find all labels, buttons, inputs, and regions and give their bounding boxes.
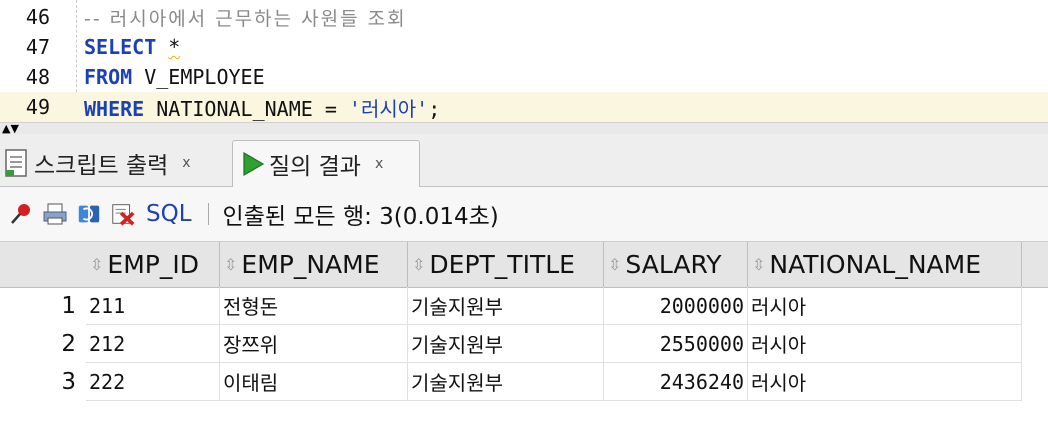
sql-keyword: FROM: [84, 65, 133, 89]
tab-label: 스크립트 출력: [34, 153, 169, 179]
column-header-label: EMP_ID: [107, 250, 199, 279]
sql-code: SELECT *: [84, 35, 180, 59]
sql-terminator: ;: [428, 96, 441, 121]
cell-national-name[interactable]: 러시아: [748, 287, 1022, 325]
row-number: 2: [61, 331, 76, 357]
table-row[interactable]: 3 222 이태림 기술지원부 2436240 러시아: [0, 363, 1048, 401]
line-number: 46: [25, 5, 50, 29]
sort-icon[interactable]: ⇳: [412, 255, 425, 274]
sort-icon[interactable]: ⇳: [90, 255, 103, 274]
refresh-icon[interactable]: [76, 201, 102, 227]
row-number: 1: [61, 293, 76, 319]
sql-keyword: WHERE: [84, 96, 145, 121]
editor-line-48[interactable]: 48 FROM V_EMPLOYEE: [0, 62, 1048, 92]
toolbar-divider: [207, 203, 209, 225]
cell-salary[interactable]: 2000000: [604, 287, 748, 325]
column-header-national-name[interactable]: ⇳ NATIONAL_NAME: [748, 242, 1022, 287]
sql-code: WHERE NATIONAL_NAME = '러시아';: [84, 93, 440, 122]
cell-dept-title[interactable]: 기술지원부: [408, 325, 604, 363]
column-header-salary[interactable]: ⇳ SALARY: [604, 242, 748, 287]
sql-code: FROM V_EMPLOYEE: [84, 65, 265, 89]
fetch-status: 인출된 모든 행: 3(0.014초): [222, 204, 499, 230]
sql-keyword: SELECT: [84, 35, 157, 59]
delete-icon[interactable]: [110, 201, 136, 227]
cell-dept-title[interactable]: 기술지원부: [408, 287, 604, 325]
sql-editor[interactable]: 46 -- 러시아에서 근무하는 사원들 조회 47 SELECT * 48 F…: [0, 0, 1048, 122]
column-header-label: DEPT_TITLE: [429, 250, 575, 279]
sql-star: *: [168, 35, 181, 59]
cell-emp-id[interactable]: 211: [86, 287, 220, 325]
sql-link[interactable]: SQL: [146, 201, 192, 227]
sql-identifier: V_EMPLOYEE: [144, 65, 265, 89]
cell-emp-id[interactable]: 222: [86, 363, 220, 401]
line-number: 47: [25, 35, 50, 59]
result-grid[interactable]: ⇳ EMP_ID ⇳ EMP_NAME ⇳ DEPT_TITLE ⇳ SALARY ⇳ N…: [0, 241, 1048, 428]
print-icon[interactable]: [42, 201, 68, 227]
editor-line-46[interactable]: 46 -- 러시아에서 근무하는 사원들 조회: [0, 2, 1048, 32]
script-icon: [4, 148, 30, 178]
output-tabbar: 스크립트 출력 x 질의 결과 x: [0, 134, 1048, 187]
run-icon: [241, 151, 265, 177]
line-number: 48: [25, 65, 50, 89]
cell-salary[interactable]: 2550000: [604, 325, 748, 363]
sql-comment: -- 러시아에서 근무하는 사원들 조회: [84, 7, 407, 30]
cell-emp-id[interactable]: 212: [86, 325, 220, 363]
sql-condition: NATIONAL_NAME =: [156, 96, 349, 121]
cell-emp-name[interactable]: 이태림: [220, 363, 408, 401]
close-icon[interactable]: x: [375, 156, 383, 172]
line-number: 49: [25, 95, 50, 119]
column-header-label: SALARY: [625, 250, 722, 279]
cell-dept-title[interactable]: 기술지원부: [408, 363, 604, 401]
cell-emp-name[interactable]: 장쯔위: [220, 325, 408, 363]
column-header-label: EMP_NAME: [241, 250, 380, 279]
row-number: 3: [61, 369, 76, 395]
tab-query-result[interactable]: 질의 결과 x: [232, 140, 420, 187]
cell-salary[interactable]: 2436240: [604, 363, 748, 401]
table-row[interactable]: 1 211 전형돈 기술지원부 2000000 러시아: [0, 287, 1048, 325]
editor-line-47[interactable]: 47 SELECT *: [0, 32, 1048, 62]
grid-header: ⇳ EMP_ID ⇳ EMP_NAME ⇳ DEPT_TITLE ⇳ SALARY ⇳ N…: [0, 241, 1048, 288]
sort-icon[interactable]: ⇳: [752, 255, 765, 274]
cell-emp-name[interactable]: 전형돈: [220, 287, 408, 325]
tab-script-output[interactable]: 스크립트 출력 x: [4, 140, 226, 186]
sql-string: '러시아': [348, 96, 429, 121]
table-row[interactable]: 2 212 장쯔위 기술지원부 2550000 러시아: [0, 325, 1048, 363]
editor-line-49[interactable]: 49 WHERE NATIONAL_NAME = '러시아';: [0, 92, 1048, 122]
column-header-emp-id[interactable]: ⇳ EMP_ID: [86, 242, 220, 287]
sort-icon[interactable]: ⇳: [224, 255, 237, 274]
tab-label: 질의 결과: [269, 154, 361, 180]
cell-national-name[interactable]: 러시아: [748, 363, 1022, 401]
column-header-emp-name[interactable]: ⇳ EMP_NAME: [220, 242, 408, 287]
column-header-dept-title[interactable]: ⇳ DEPT_TITLE: [408, 242, 604, 287]
result-toolbar: SQL 인출된 모든 행: 3(0.014초): [0, 187, 1048, 241]
close-icon[interactable]: x: [182, 155, 190, 171]
cell-national-name[interactable]: 러시아: [748, 325, 1022, 363]
column-header-label: NATIONAL_NAME: [769, 250, 981, 279]
sort-icon[interactable]: ⇳: [608, 255, 621, 274]
pin-icon[interactable]: [8, 201, 34, 227]
